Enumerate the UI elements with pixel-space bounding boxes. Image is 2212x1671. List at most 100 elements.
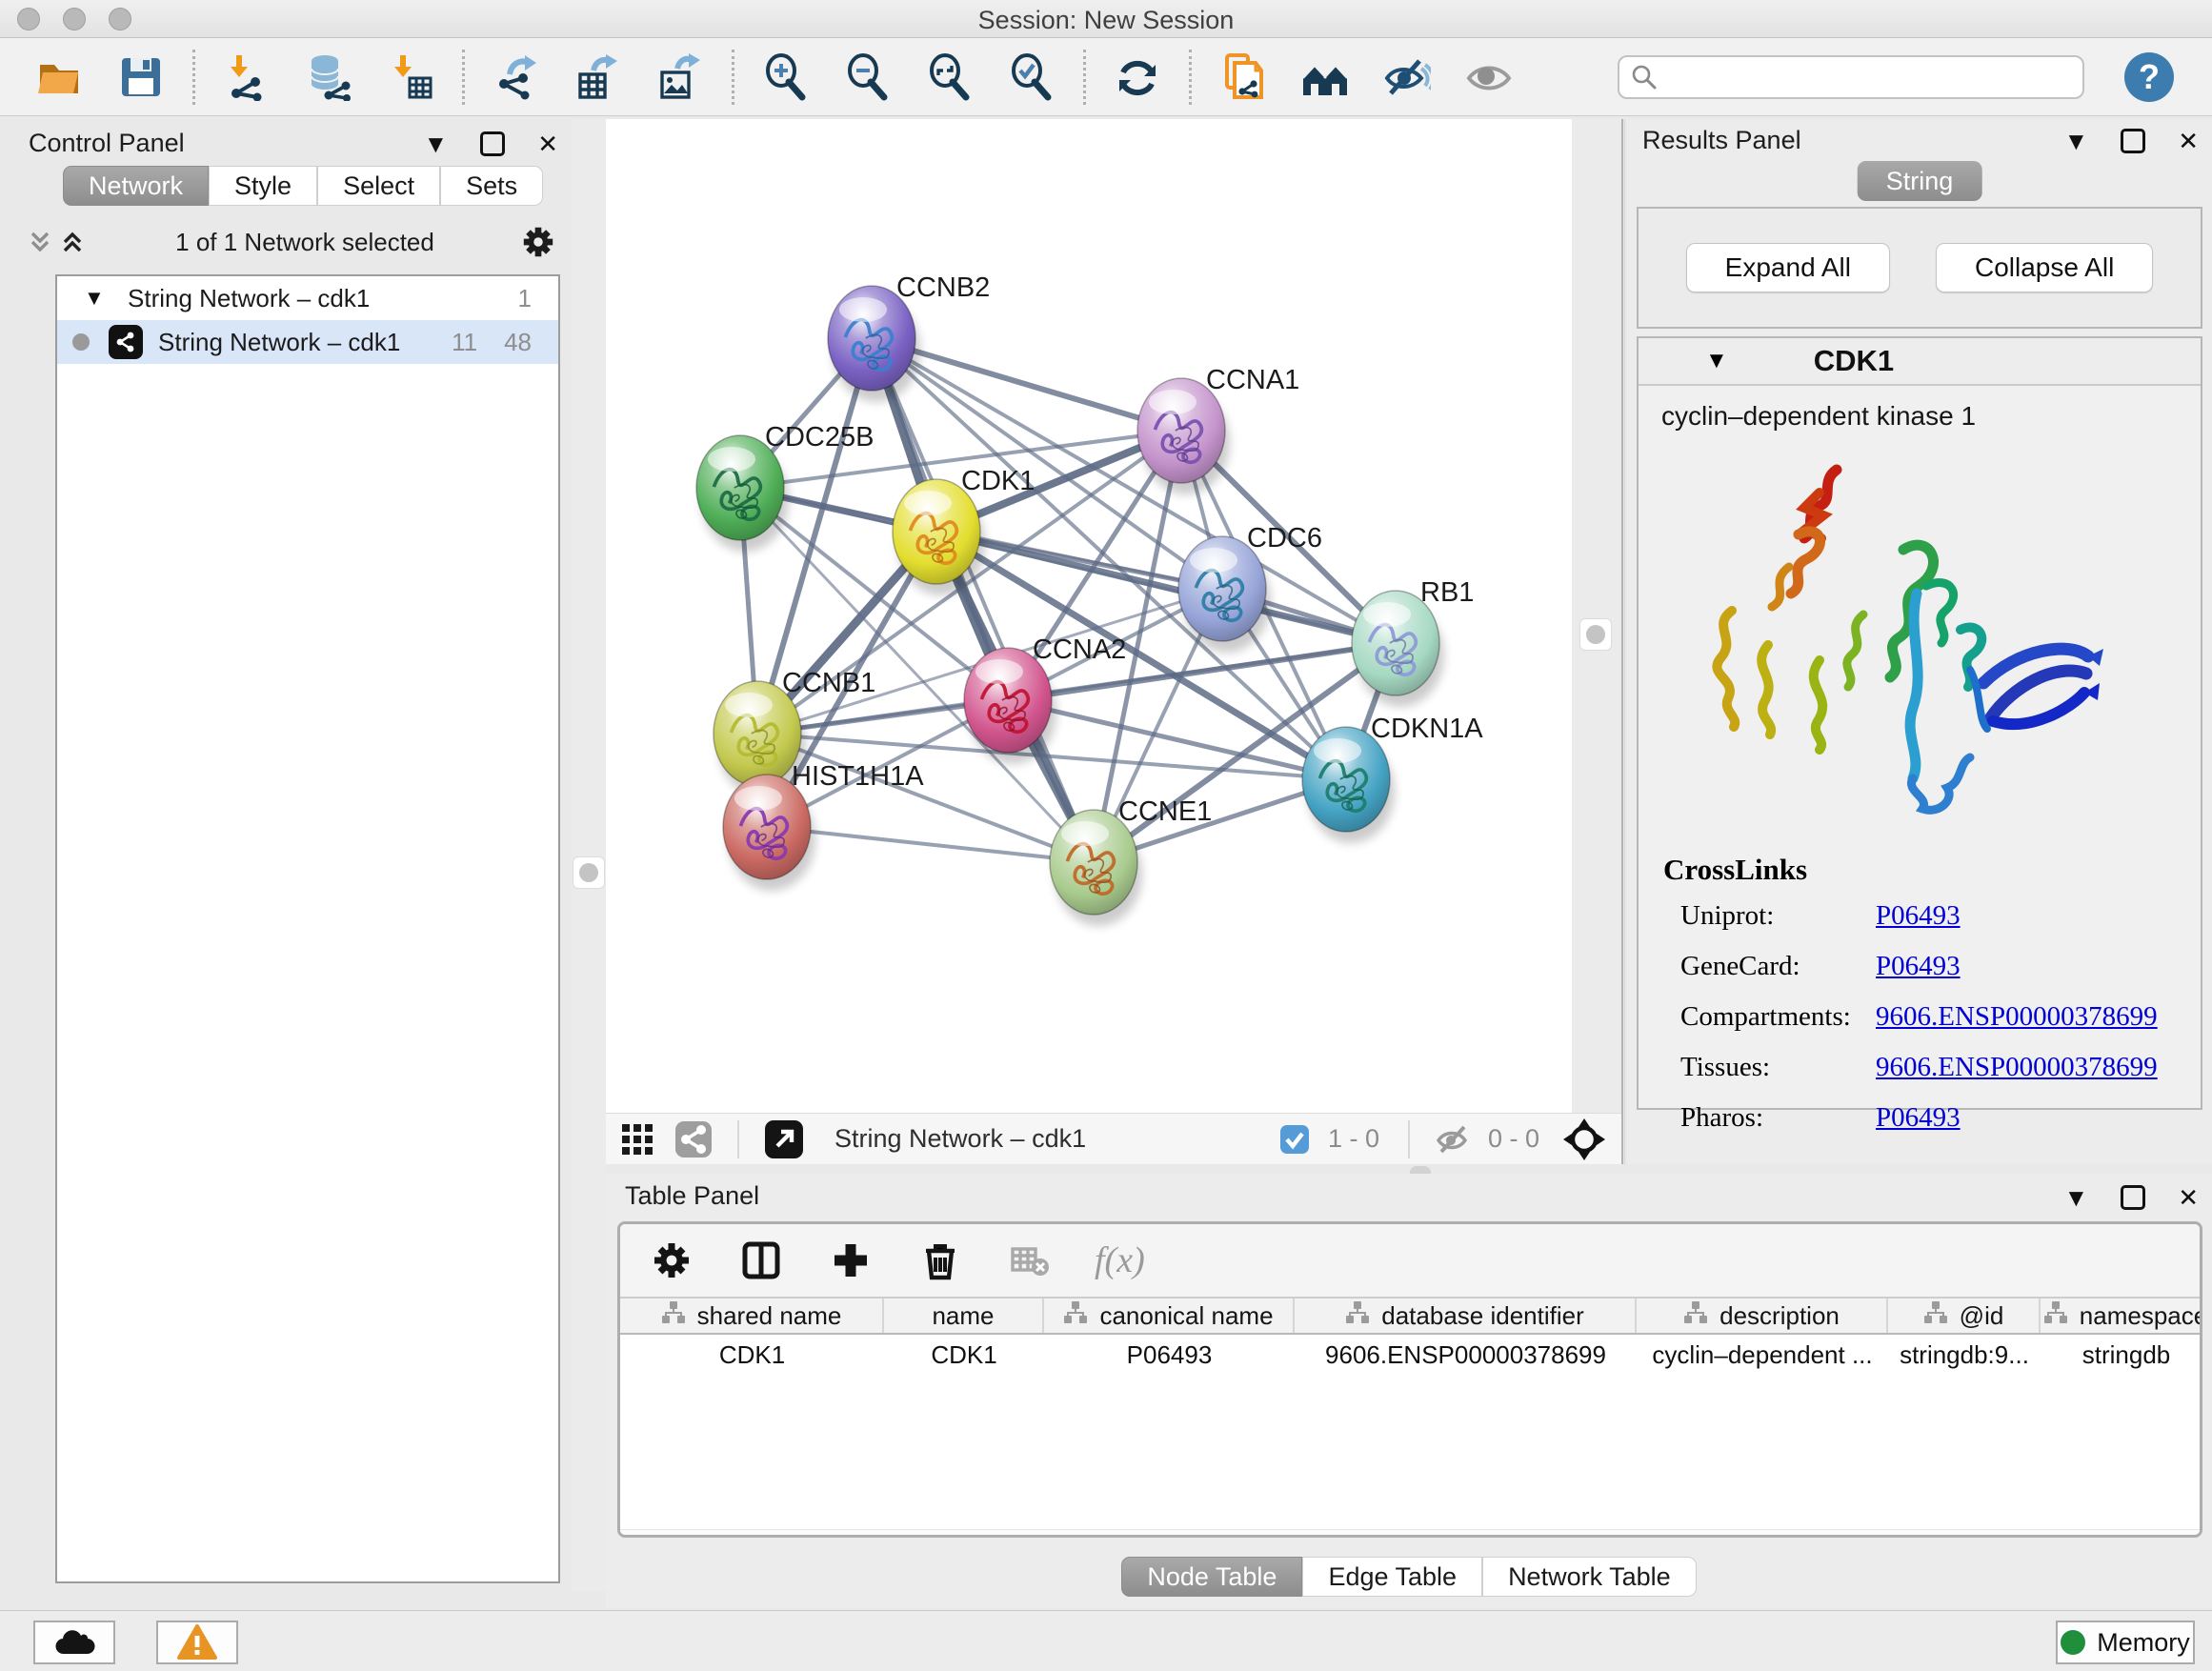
- table-options-gear-icon[interactable]: [647, 1236, 696, 1285]
- column-header-shared-name[interactable]: shared name: [620, 1299, 884, 1333]
- cloud-icon: [55, 1630, 94, 1654]
- left-splitter-handle[interactable]: [573, 856, 605, 889]
- column-label: canonical name: [1099, 1301, 1273, 1331]
- node-label-CDK1: CDK1: [961, 466, 1035, 496]
- home-networks-icon[interactable]: [1300, 52, 1350, 102]
- crosslink-link[interactable]: P06493: [1876, 1102, 1961, 1134]
- import-table-file-icon[interactable]: [386, 52, 435, 102]
- tab-style[interactable]: Style: [209, 166, 317, 206]
- birdseye-view-icon[interactable]: [1562, 1117, 1606, 1161]
- expand-all-networks-icon[interactable]: [25, 228, 57, 256]
- column-header-id[interactable]: @id: [1888, 1299, 2041, 1333]
- grid-view-icon[interactable]: [619, 1121, 655, 1158]
- tab-node-table[interactable]: Node Table: [1121, 1557, 1302, 1597]
- search-box: [1618, 55, 2084, 99]
- zoom-out-icon[interactable]: [843, 52, 893, 102]
- crosslink-row: Tissues:9606.ENSP00000378699: [1663, 1052, 2182, 1083]
- collapse-all-button[interactable]: Collapse All: [1936, 243, 2153, 292]
- network-selection-status: 1 of 1 Network selected: [90, 228, 520, 257]
- hide-show-graphics-icon[interactable]: [1382, 52, 1432, 102]
- close-panel-icon[interactable]: ✕: [2178, 1185, 2199, 1210]
- network-options-gear-icon[interactable]: [520, 224, 556, 260]
- delete-column-icon[interactable]: [915, 1236, 965, 1285]
- expand-all-button[interactable]: Expand All: [1686, 243, 1890, 292]
- window-title: Session: New Session: [0, 6, 2212, 35]
- tree-expander-icon[interactable]: ▼: [84, 286, 109, 311]
- tab-network-table[interactable]: Network Table: [1482, 1557, 1697, 1597]
- export-image-icon[interactable]: [655, 52, 705, 102]
- crosslink-link[interactable]: P06493: [1876, 900, 1961, 932]
- zoom-selected-icon[interactable]: [1007, 52, 1056, 102]
- node-HIST1H1A[interactable]: [723, 775, 815, 891]
- delete-table-icon[interactable]: [1005, 1236, 1055, 1285]
- crosslink-link[interactable]: 9606.ENSP00000378699: [1876, 1001, 2158, 1033]
- maximize-panel-icon[interactable]: [2121, 1185, 2145, 1210]
- table-toolbar: f(x): [620, 1224, 2200, 1297]
- zoom-in-icon[interactable]: [761, 52, 811, 102]
- node-CCNE1[interactable]: [1050, 810, 1142, 926]
- node-CDKN1A[interactable]: [1302, 727, 1395, 843]
- help-button[interactable]: ?: [2124, 52, 2174, 102]
- table-row[interactable]: CDK1CDK1P064939606.ENSP00000378699cyclin…: [620, 1335, 2200, 1375]
- column-header-canonical-name[interactable]: canonical name: [1044, 1299, 1295, 1333]
- collapse-entry-icon[interactable]: ▼: [1705, 348, 1728, 374]
- show-columns-icon[interactable]: [736, 1236, 786, 1285]
- float-panel-icon[interactable]: ▼: [2063, 129, 2088, 153]
- zoom-fit-icon[interactable]: [925, 52, 975, 102]
- node-details-header[interactable]: ▼ CDK1: [1639, 338, 2201, 386]
- search-input[interactable]: [1665, 62, 2065, 91]
- export-table-icon[interactable]: [573, 52, 623, 102]
- add-column-icon[interactable]: [826, 1236, 875, 1285]
- column-header-database-identifier[interactable]: database identifier: [1295, 1299, 1637, 1333]
- node-CDK1[interactable]: [893, 479, 985, 595]
- scrollbar-thumb[interactable]: [628, 1535, 801, 1538]
- column-network-icon: [1345, 1300, 1370, 1332]
- network-canvas[interactable]: CCNB2CCNA1CDC25BCDK1CDC6RB1CCNB1CCNA2CDK…: [606, 119, 1572, 1113]
- node-CCNB2[interactable]: [828, 286, 920, 402]
- column-network-icon: [1923, 1300, 1948, 1332]
- crosslink-link[interactable]: 9606.ENSP00000378699: [1876, 1052, 2158, 1083]
- network-view-icon[interactable]: [674, 1120, 713, 1158]
- tab-edge-table[interactable]: Edge Table: [1302, 1557, 1482, 1597]
- hidden-eye-icon[interactable]: [1435, 1121, 1471, 1158]
- float-panel-icon[interactable]: ▼: [423, 131, 448, 156]
- close-panel-icon[interactable]: ✕: [2178, 129, 2199, 153]
- save-session-icon[interactable]: [116, 52, 166, 102]
- column-label: name: [932, 1301, 994, 1331]
- crosslink-link[interactable]: P06493: [1876, 951, 1961, 982]
- export-network-icon[interactable]: [492, 52, 541, 102]
- left-splitter[interactable]: [572, 119, 606, 1591]
- collapse-all-networks-icon[interactable]: [57, 228, 90, 256]
- memory-button[interactable]: Memory: [2056, 1621, 2195, 1664]
- network-row[interactable]: String Network – cdk1 11 48: [57, 320, 558, 364]
- open-session-icon[interactable]: [34, 52, 84, 102]
- network-from-clipboard-icon[interactable]: [1218, 52, 1268, 102]
- tab-select[interactable]: Select: [317, 166, 440, 206]
- show-graphics-details-icon[interactable]: [1464, 52, 1514, 102]
- column-header-namespace[interactable]: namespace: [2041, 1299, 2202, 1333]
- node-CDC25B[interactable]: [696, 435, 789, 552]
- search-icon: [1631, 64, 1658, 91]
- node-CCNA2[interactable]: [964, 648, 1056, 764]
- function-builder-icon[interactable]: f(x): [1095, 1239, 1145, 1281]
- tab-sets[interactable]: Sets: [440, 166, 543, 206]
- maximize-panel-icon[interactable]: [480, 131, 505, 156]
- refresh-icon[interactable]: [1113, 52, 1162, 102]
- open-in-new-window-icon[interactable]: [764, 1119, 804, 1159]
- right-splitter-handle[interactable]: [1579, 618, 1612, 651]
- tab-string[interactable]: String: [1858, 161, 1982, 201]
- tab-network[interactable]: Network: [63, 166, 209, 206]
- node-RB1[interactable]: [1352, 591, 1444, 707]
- import-network-database-icon[interactable]: [304, 52, 353, 102]
- float-panel-icon[interactable]: ▼: [2063, 1185, 2088, 1210]
- warnings-button[interactable]: [156, 1621, 238, 1664]
- maximize-panel-icon[interactable]: [2121, 129, 2145, 153]
- cloud-button[interactable]: [33, 1621, 115, 1664]
- network-collection-row[interactable]: ▼ String Network – cdk1 1: [57, 276, 558, 320]
- table-panel: Table Panel ▼ ✕: [606, 1174, 2212, 1608]
- column-header-name[interactable]: name: [884, 1299, 1044, 1333]
- column-header-description[interactable]: description: [1637, 1299, 1888, 1333]
- import-network-file-icon[interactable]: [222, 52, 271, 102]
- close-panel-icon[interactable]: ✕: [537, 131, 558, 156]
- selected-checkbox-icon[interactable]: [1278, 1123, 1311, 1156]
